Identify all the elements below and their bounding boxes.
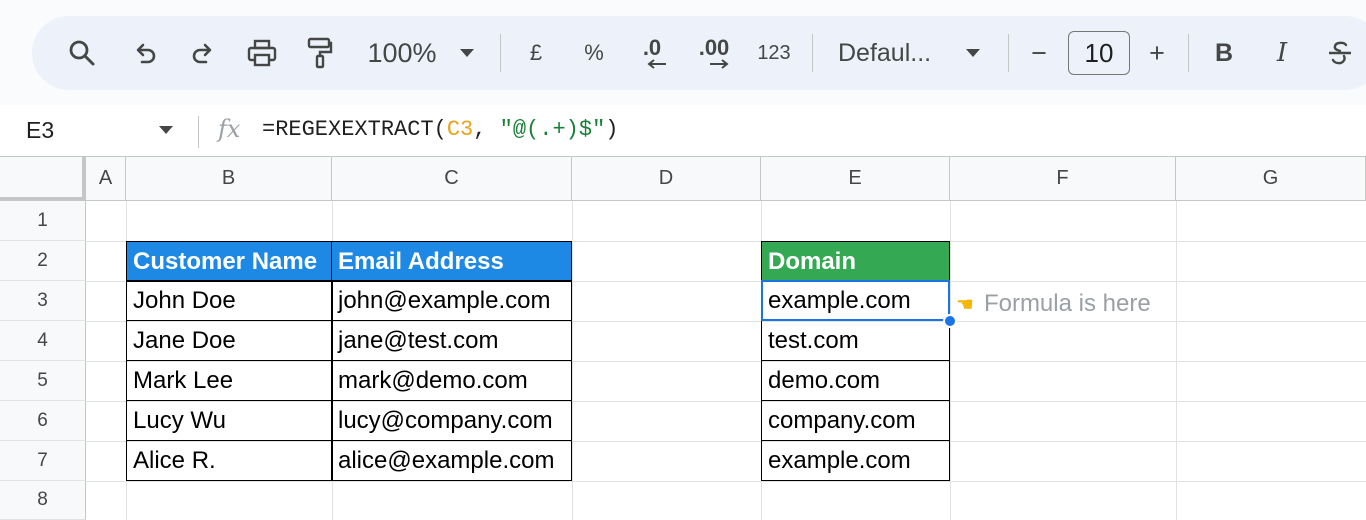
- row-header-8[interactable]: 8: [0, 481, 86, 520]
- print-icon: [247, 39, 277, 67]
- plus-icon: +: [1149, 37, 1165, 68]
- font-size-input[interactable]: 10: [1068, 31, 1130, 75]
- bold-button[interactable]: B: [1210, 16, 1238, 90]
- row-header-3[interactable]: 3: [0, 281, 86, 321]
- decrease-decimal-label: .0: [642, 35, 662, 60]
- format-currency-button[interactable]: £: [524, 16, 548, 90]
- domain-header[interactable]: Domain: [761, 241, 950, 282]
- row-header-5[interactable]: 5: [0, 361, 86, 401]
- formula-note-text: Formula is here: [983, 290, 1151, 317]
- table-header-email-address[interactable]: Email Address: [331, 241, 572, 282]
- row-header-6[interactable]: 6: [0, 401, 86, 441]
- undo-button[interactable]: [128, 16, 162, 90]
- more-formats-button[interactable]: 123: [754, 16, 794, 90]
- italic-icon: I: [1276, 38, 1288, 68]
- strikethrough-icon: [1329, 41, 1351, 65]
- name-box[interactable]: E3: [26, 117, 54, 144]
- caret-down-icon[interactable]: [158, 125, 174, 135]
- customer-name-cell[interactable]: Lucy Wu: [126, 400, 333, 441]
- formula-string: "@(.+)$": [499, 117, 606, 142]
- domain-cell[interactable]: company.com: [761, 400, 950, 441]
- domain-cell[interactable]: demo.com: [761, 360, 950, 401]
- column-header-c[interactable]: C: [332, 157, 572, 201]
- spreadsheet-grid: A B C D E F G 1 2 3 4 5 6 7 8 Customer N…: [0, 157, 1366, 520]
- strikethrough-button[interactable]: [1324, 16, 1356, 90]
- increase-decimal-label: .00: [698, 35, 730, 60]
- caret-down-icon: [966, 49, 980, 57]
- column-header-d[interactable]: D: [572, 157, 761, 201]
- arrow-right-icon: [710, 59, 729, 69]
- customer-name-cell[interactable]: Mark Lee: [126, 360, 333, 401]
- pointing-hand-icon: ☚: [956, 293, 974, 316]
- email-cell[interactable]: jane@test.com: [331, 320, 572, 361]
- redo-icon: [192, 43, 212, 64]
- increase-decimal-button[interactable]: .00: [694, 16, 734, 90]
- caret-down-icon: [460, 49, 474, 57]
- font-family-value: Defaul...: [838, 38, 932, 67]
- customer-name-cell[interactable]: Jane Doe: [126, 320, 333, 361]
- redo-button[interactable]: [186, 16, 220, 90]
- formula-separator: ,: [473, 117, 500, 142]
- italic-button[interactable]: I: [1268, 16, 1296, 90]
- domain-cell[interactable]: test.com: [761, 320, 950, 361]
- domain-cell[interactable]: example.com: [761, 280, 950, 321]
- gridline: [86, 481, 1366, 482]
- column-header-g[interactable]: G: [1176, 157, 1366, 201]
- zoom-dropdown-button[interactable]: [456, 16, 478, 90]
- row-header-2[interactable]: 2: [0, 241, 86, 281]
- paint-roller-icon: [307, 37, 333, 69]
- row-header-1[interactable]: 1: [0, 201, 86, 241]
- select-all-corner[interactable]: [0, 157, 86, 201]
- minus-icon: −: [1031, 37, 1047, 68]
- arrow-left-icon: [647, 59, 666, 69]
- number-format-label: 123: [757, 41, 791, 64]
- customer-name-cell[interactable]: Alice R.: [126, 440, 333, 481]
- column-header-b[interactable]: B: [126, 157, 332, 201]
- domain-cell[interactable]: example.com: [761, 440, 950, 481]
- email-cell[interactable]: alice@example.com: [331, 440, 572, 481]
- table-header-customer-name[interactable]: Customer Name: [126, 241, 333, 282]
- toolbar-separator: [500, 34, 501, 72]
- search-icon: [69, 40, 95, 66]
- percent-icon: %: [584, 40, 604, 65]
- bold-icon: B: [1214, 38, 1234, 67]
- decrease-font-size-button[interactable]: −: [1026, 16, 1052, 90]
- toolbar-separator: [812, 34, 813, 72]
- increase-font-size-button[interactable]: +: [1144, 16, 1170, 90]
- formula-note: ☚ Formula is here: [956, 288, 1151, 320]
- formula-prefix: =REGEXEXTRACT(: [262, 117, 447, 142]
- formula-bar: E3 fx =REGEXEXTRACT(C3, "@(.+)$"): [0, 105, 1366, 157]
- row-header-4[interactable]: 4: [0, 321, 86, 361]
- decrease-decimal-button[interactable]: .0: [634, 16, 670, 90]
- row-header-7[interactable]: 7: [0, 441, 86, 481]
- customer-name-cell[interactable]: John Doe: [126, 280, 333, 321]
- print-button[interactable]: [242, 16, 282, 90]
- font-dropdown-button[interactable]: [962, 16, 984, 90]
- formula-bar-separator: [198, 116, 199, 148]
- toolbar: 100% £ % .0 .00 123 Defaul... − 10 + B I: [32, 16, 1366, 90]
- fill-handle[interactable]: [943, 314, 957, 328]
- formula-input[interactable]: =REGEXEXTRACT(C3, "@(.+)$"): [262, 117, 618, 142]
- format-percent-button[interactable]: %: [580, 16, 608, 90]
- zoom-value: 100%: [367, 37, 437, 68]
- formula-suffix: ): [605, 117, 619, 142]
- function-icon: fx: [218, 115, 241, 143]
- email-cell[interactable]: john@example.com: [331, 280, 572, 321]
- search-menus-button[interactable]: [62, 16, 102, 90]
- column-header-f[interactable]: F: [950, 157, 1176, 201]
- formula-cell-reference: C3: [446, 117, 474, 142]
- zoom-select[interactable]: 100%: [362, 16, 442, 90]
- column-header-a[interactable]: A: [86, 157, 126, 201]
- undo-icon: [136, 43, 156, 64]
- font-family-select[interactable]: Defaul...: [838, 16, 942, 90]
- email-cell[interactable]: mark@demo.com: [331, 360, 572, 401]
- paint-format-button[interactable]: [302, 16, 338, 90]
- currency-icon: £: [529, 40, 543, 65]
- toolbar-separator: [1188, 34, 1189, 72]
- toolbar-area: 100% £ % .0 .00 123 Defaul... − 10 + B I: [0, 0, 1366, 105]
- column-header-e[interactable]: E: [761, 157, 950, 201]
- toolbar-separator: [1008, 34, 1009, 72]
- email-cell[interactable]: lucy@company.com: [331, 400, 572, 441]
